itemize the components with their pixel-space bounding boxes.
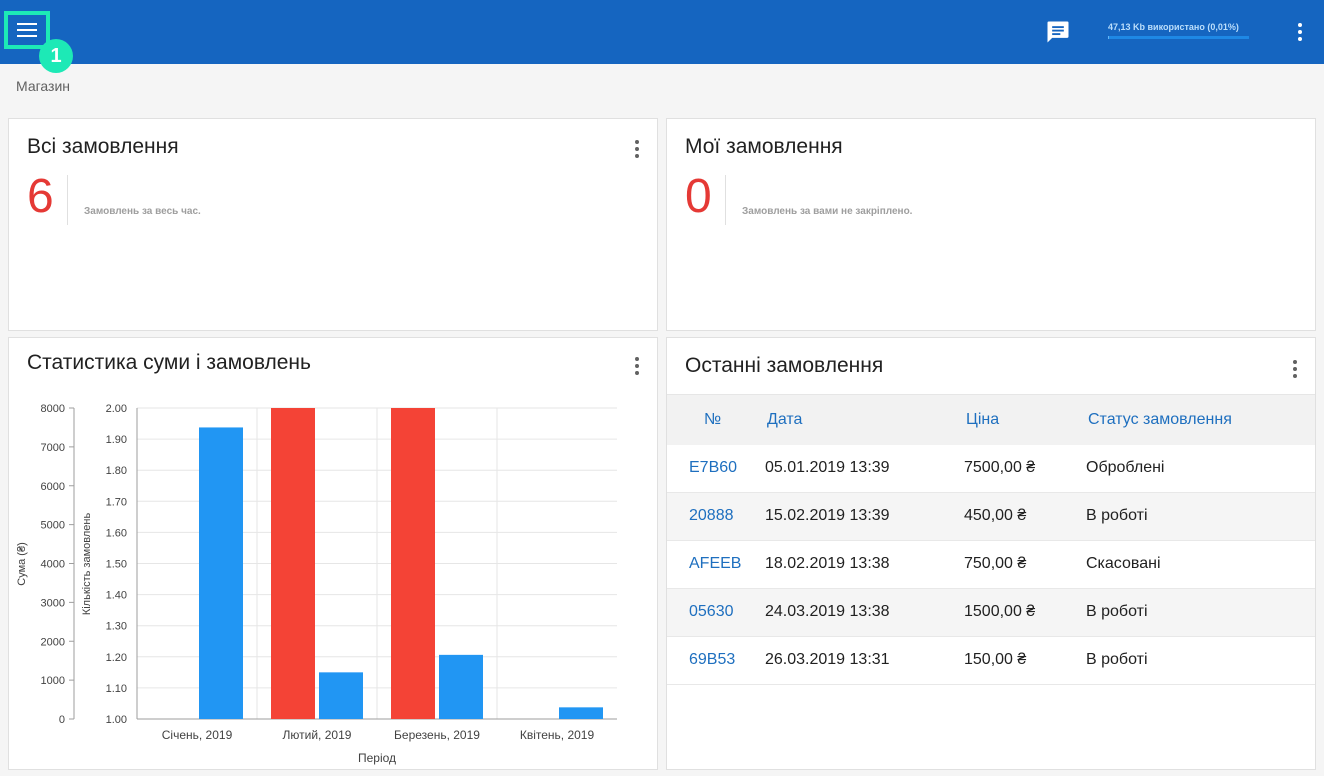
table-row[interactable]: E7B60 05.01.2019 13:39 7500,00 ₴ Обробле…: [667, 445, 1315, 493]
more-vert-icon: [1298, 23, 1302, 41]
order-id-link[interactable]: AFEEB: [689, 555, 741, 573]
chat-button[interactable]: [1044, 18, 1072, 46]
order-price: 1500,00 ₴: [964, 603, 1036, 620]
y-tick-right: 1.10: [106, 683, 127, 695]
my-orders-caption: Замовлень за вами не закріплено.: [742, 206, 913, 217]
x-tick-label: Квітень, 2019: [520, 728, 595, 742]
y-tick-right: 1.40: [106, 590, 127, 602]
all-orders-card: Всі замовлення 6 Замовлень за весь час.: [8, 118, 658, 331]
storage-usage-text: 47,13 Kb використано (0,01%): [1108, 22, 1239, 32]
stats-card: Статистика суми і замовлень 1.00 1.10 1.20…: [8, 337, 658, 770]
order-date: 15.02.2019 13:39: [765, 507, 890, 524]
order-price: 750,00 ₴: [964, 555, 1027, 572]
my-orders-title: Мої замовлення: [685, 135, 843, 158]
bar-order-count: [391, 408, 435, 719]
recent-orders-card: Останні замовлення № Дата Ціна Статус за…: [666, 337, 1316, 770]
y-tick-left: 7000: [41, 442, 65, 454]
bar-order-sum: [319, 672, 363, 719]
order-id-link[interactable]: 69B53: [689, 651, 735, 669]
all-orders-menu-button[interactable]: [625, 137, 649, 161]
recent-orders-menu-button[interactable]: [1283, 357, 1307, 381]
table-row[interactable]: 05630 24.03.2019 13:38 1500,00 ₴ В робот…: [667, 589, 1315, 637]
bar-order-sum: [439, 654, 483, 719]
table-row[interactable]: AFEEB 18.02.2019 13:38 750,00 ₴ Скасован…: [667, 541, 1315, 589]
y-tick-left: 2000: [41, 636, 65, 648]
bar-order-sum: [559, 707, 603, 719]
x-tick-label: Лютий, 2019: [283, 728, 352, 742]
y-tick-right: 1.60: [106, 527, 127, 539]
more-vert-icon: [635, 140, 639, 158]
x-axis-title: Період: [358, 751, 396, 765]
storage-progress-fill: [1108, 36, 1109, 39]
my-orders-count: 0: [685, 170, 712, 223]
y-tick-right: 1.80: [106, 465, 127, 477]
order-status: Скасовані: [1086, 555, 1161, 572]
order-id-link[interactable]: 20888: [689, 507, 734, 525]
storage-usage[interactable]: 47,13 Kb використано (0,01%): [1108, 22, 1253, 39]
stats-bar-chart: 1.00 1.10 1.20 1.30 1.40 1.50 1.60 1.70 1.80 1.90…: [16, 403, 617, 765]
menu-icon: [17, 23, 37, 37]
column-header-number[interactable]: №: [704, 411, 721, 429]
order-price: 450,00 ₴: [964, 507, 1027, 524]
x-tick-label: Січень, 2019: [162, 728, 233, 742]
order-id-link[interactable]: E7B60: [689, 459, 737, 477]
all-orders-caption: Замовлень за весь час.: [84, 206, 201, 217]
column-header-price[interactable]: Ціна: [966, 411, 999, 429]
count-divider: [67, 175, 68, 225]
order-status: В роботі: [1086, 651, 1148, 668]
column-header-status[interactable]: Статус замовлення: [1088, 411, 1232, 429]
y-tick-left: 3000: [41, 597, 65, 609]
all-orders-count: 6: [27, 170, 54, 223]
stats-menu-button[interactable]: [625, 354, 649, 378]
table-row[interactable]: 20888 15.02.2019 13:39 450,00 ₴ В роботі: [667, 493, 1315, 541]
y-tick-left: 8000: [41, 403, 65, 415]
breadcrumb[interactable]: Магазин: [16, 78, 70, 94]
order-id-link[interactable]: 05630: [689, 603, 734, 621]
my-orders-card: Мої замовлення 0 Замовлень за вами не за…: [666, 118, 1316, 331]
y-tick-right: 2.00: [106, 403, 127, 415]
bar-order-count: [271, 408, 315, 719]
order-date: 05.01.2019 13:39: [765, 459, 890, 476]
x-tick-label: Березень, 2019: [394, 728, 480, 742]
y-tick-right: 1.90: [106, 434, 127, 446]
order-date: 24.03.2019 13:38: [765, 603, 890, 620]
y-tick-left: 5000: [41, 520, 65, 532]
y-tick-right: 1.00: [106, 714, 127, 726]
bar-order-sum: [199, 427, 243, 719]
order-price: 7500,00 ₴: [964, 459, 1036, 476]
y-tick-right: 1.30: [106, 621, 127, 633]
y-axis-left-title: Сума (₴): [16, 542, 28, 586]
count-divider: [725, 175, 726, 225]
y-tick-left: 1000: [41, 675, 65, 687]
recent-orders-title: Останні замовлення: [685, 354, 884, 377]
y-tick-left: 4000: [41, 559, 65, 571]
table-header: № Дата Ціна Статус замовлення: [667, 394, 1315, 445]
y-tick-right: 1.50: [106, 559, 127, 571]
y-tick-right: 1.70: [106, 496, 127, 508]
all-orders-title: Всі замовлення: [27, 135, 179, 158]
y-tick-left: 6000: [41, 481, 65, 493]
table-row[interactable]: 69B53 26.03.2019 13:31 150,00 ₴ В роботі: [667, 637, 1315, 685]
top-app-bar: 1 47,13 Kb використано (0,01%): [0, 0, 1324, 73]
recent-orders-table: № Дата Ціна Статус замовлення E7B60 05.0…: [667, 394, 1315, 685]
y-tick-left: 0: [59, 714, 65, 726]
chat-icon: [1047, 21, 1069, 43]
step-badge: 1: [39, 39, 73, 73]
more-vert-icon: [1293, 360, 1297, 378]
more-vert-icon: [635, 357, 639, 375]
stats-title: Статистика суми і замовлень: [27, 351, 311, 374]
order-status: В роботі: [1086, 603, 1148, 620]
order-date: 26.03.2019 13:31: [765, 651, 890, 668]
more-options-button[interactable]: [1288, 20, 1312, 44]
column-header-date[interactable]: Дата: [767, 411, 802, 429]
order-status: Оброблені: [1086, 459, 1165, 476]
order-date: 18.02.2019 13:38: [765, 555, 890, 572]
order-price: 150,00 ₴: [964, 651, 1027, 668]
order-status: В роботі: [1086, 507, 1148, 524]
y-axis-right-title: Кількість замовлень: [81, 513, 93, 616]
y-tick-right: 1.20: [106, 652, 127, 664]
storage-progress-bar: [1108, 36, 1249, 39]
